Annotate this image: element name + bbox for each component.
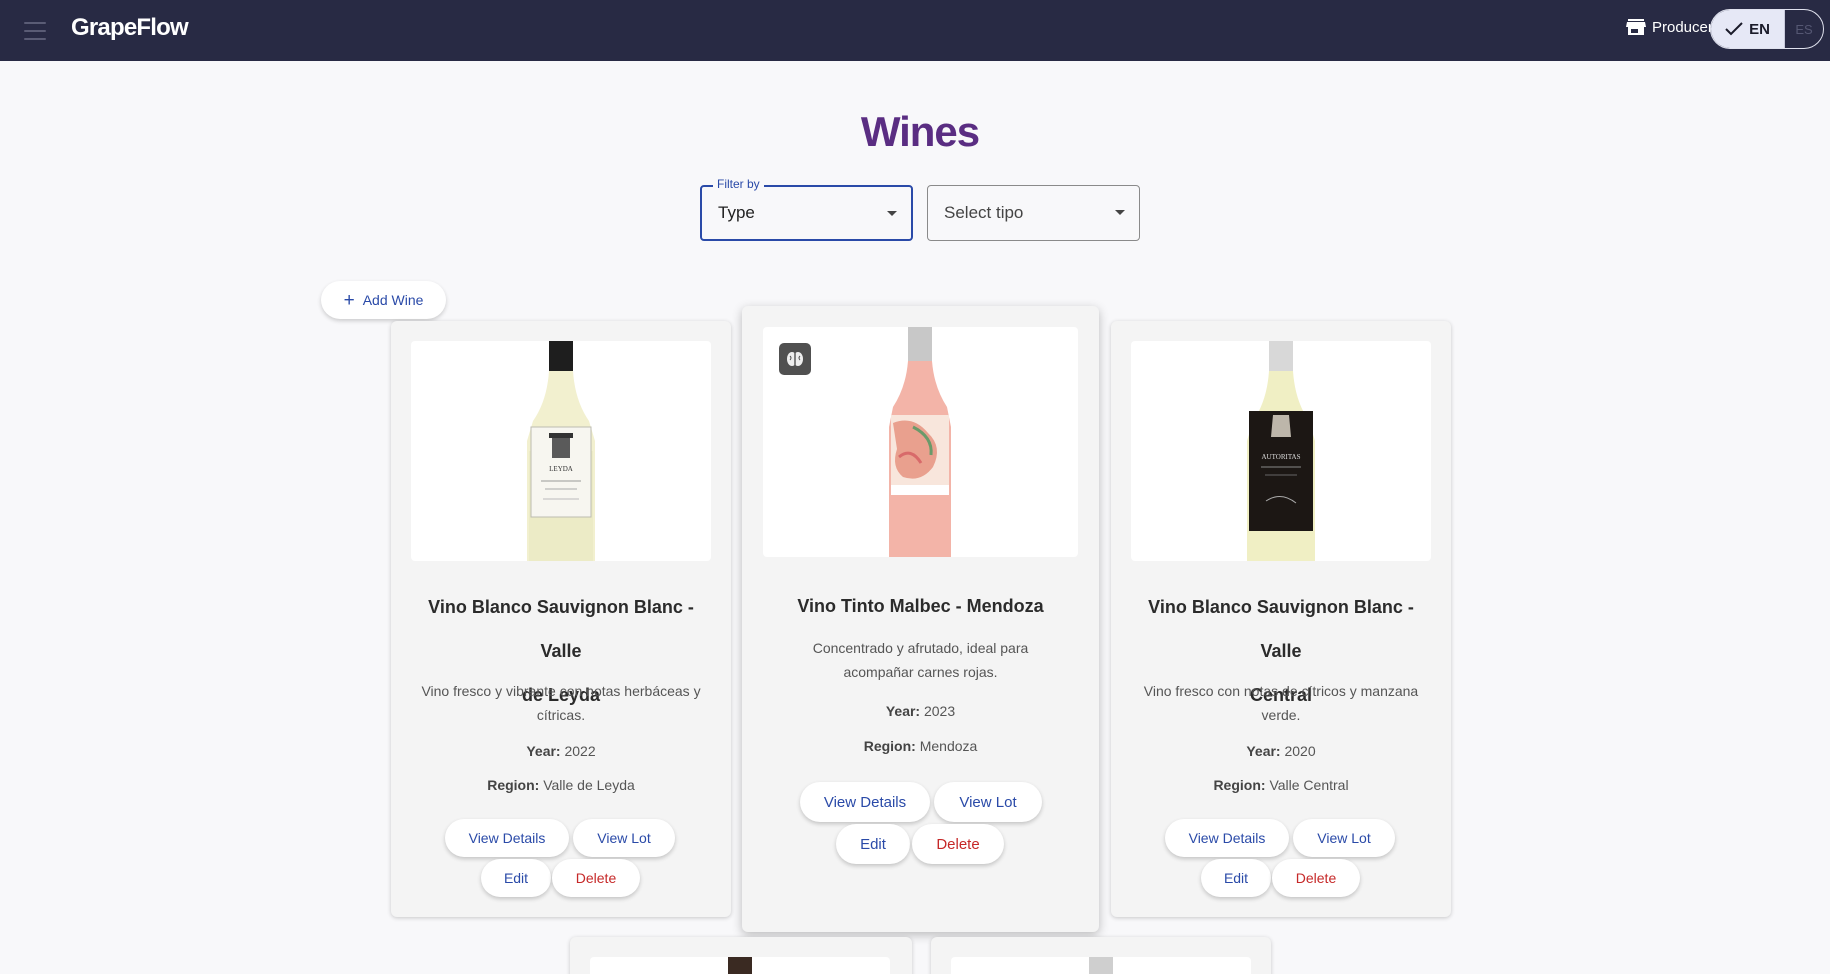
edit-button[interactable]: Edit — [836, 824, 910, 864]
bottle-label-text: LEYDA — [549, 465, 573, 473]
lang-en-option[interactable]: EN — [1711, 10, 1784, 48]
wine-region: Region: Valle de Leyda — [407, 777, 715, 793]
view-details-button[interactable]: View Details — [800, 782, 930, 822]
wine-card: LEYDA Vino Blanco Sauvignon Blanc - Vall… — [391, 321, 731, 917]
region-label: Region: — [863, 738, 916, 754]
filter-by-select[interactable]: Filter by Type — [700, 177, 913, 241]
producer-menu-button[interactable]: Producer — [1626, 18, 1713, 36]
bottle-label-text: AUTORITAS — [1262, 453, 1301, 461]
view-lot-button[interactable]: View Lot — [573, 819, 675, 857]
lang-es-label: ES — [1795, 21, 1813, 37]
lang-es-option[interactable]: ES — [1784, 10, 1823, 48]
view-details-button[interactable]: View Details — [445, 819, 569, 857]
wine-desc-line2: verde. — [1261, 707, 1301, 723]
lang-en-label: EN — [1749, 20, 1770, 38]
dropdown-arrow-icon — [1115, 210, 1125, 215]
year-value: 2020 — [1284, 743, 1316, 759]
language-toggle[interactable]: EN ES — [1710, 9, 1824, 49]
region-label: Region: — [487, 777, 540, 793]
page-title: Wines — [860, 108, 980, 155]
wine-image — [763, 327, 1078, 557]
filter-type-value: Type — [718, 203, 755, 222]
wine-desc-line2: acompañar carnes rojas. — [843, 664, 998, 680]
check-icon — [1725, 22, 1743, 36]
filter-by-label: Filter by — [713, 177, 764, 191]
delete-button[interactable]: Delete — [552, 859, 640, 897]
wine-region: Region: Mendoza — [758, 738, 1083, 754]
year-label: Year: — [885, 703, 921, 719]
region-value: Valle de Leyda — [543, 777, 635, 793]
year-label: Year: — [526, 743, 561, 759]
region-label: Region: — [1213, 777, 1266, 793]
view-lot-button[interactable]: View Lot — [934, 782, 1042, 822]
add-wine-label: Add Wine — [362, 292, 424, 308]
wine-description: Concentrado y afrutado, ideal para acomp… — [760, 636, 1081, 684]
wine-image: LEYDA — [411, 341, 711, 561]
view-details-button[interactable]: View Details — [1165, 819, 1289, 857]
wine-card — [931, 937, 1271, 974]
wine-year: Year: 2023 — [758, 703, 1083, 719]
edit-button[interactable]: Edit — [1201, 859, 1271, 897]
wine-description: Vino fresco y vibrante con notas herbáce… — [409, 679, 713, 727]
delete-button[interactable]: Delete — [1272, 859, 1360, 897]
wine-card: AUTORITAS Vino Blanco Sauvignon Blanc - … — [1111, 321, 1451, 917]
year-value: 2023 — [923, 703, 956, 719]
wine-image — [951, 957, 1251, 974]
wine-bottle-image: AUTORITAS — [1247, 341, 1315, 561]
wine-bottle-image — [728, 957, 752, 974]
store-icon — [1626, 19, 1646, 35]
wine-card — [570, 937, 912, 974]
wine-title-line1: Vino Tinto Malbec - Mendoza — [797, 596, 1044, 616]
wine-title-line1: Vino Blanco Sauvignon Blanc - Valle — [428, 597, 694, 661]
app-brand[interactable]: GrapeFlow — [71, 14, 189, 42]
view-lot-button[interactable]: View Lot — [1293, 819, 1395, 857]
select-tipo-placeholder: Select tipo — [944, 203, 1024, 222]
wine-bottle-image — [1089, 957, 1113, 974]
top-app-bar: GrapeFlow Producer EN ES — [0, 0, 1830, 61]
producer-label: Producer — [1652, 18, 1713, 36]
wine-title: Vino Tinto Malbec - Mendoza — [758, 584, 1083, 628]
year-value: 2022 — [564, 743, 596, 759]
wine-region: Region: Valle Central — [1127, 777, 1435, 793]
menu-icon[interactable] — [24, 22, 46, 40]
wine-year: Year: 2022 — [407, 743, 715, 759]
wine-image — [590, 957, 890, 974]
add-wine-button[interactable]: + Add Wine — [321, 281, 446, 319]
dropdown-arrow-icon — [887, 211, 897, 216]
year-label: Year: — [1246, 743, 1281, 759]
wine-title-line1: Vino Blanco Sauvignon Blanc - Valle — [1148, 597, 1414, 661]
wine-desc-line1: Vino fresco con notas de cítricos y manz… — [1143, 683, 1419, 699]
region-value: Mendoza — [919, 738, 978, 754]
wine-description: Vino fresco con notas de cítricos y manz… — [1129, 679, 1433, 727]
wine-desc-line1: Concentrado y afrutado, ideal para — [812, 640, 1029, 656]
wine-card: Vino Tinto Malbec - Mendoza Concentrado … — [742, 306, 1099, 932]
select-tipo-dropdown[interactable]: Select tipo — [927, 185, 1140, 241]
wine-desc-line1: Vino fresco y vibrante con notas herbáce… — [421, 683, 701, 699]
delete-button[interactable]: Delete — [912, 824, 1004, 864]
wine-bottle-image — [889, 327, 951, 557]
wine-year: Year: 2020 — [1127, 743, 1435, 759]
edit-button[interactable]: Edit — [481, 859, 551, 897]
wine-desc-line2: cítricas. — [536, 707, 586, 723]
wine-bottle-image: LEYDA — [527, 341, 595, 561]
wine-image: AUTORITAS — [1131, 341, 1431, 561]
region-value: Valle Central — [1269, 777, 1349, 793]
plus-icon: + — [343, 289, 355, 311]
